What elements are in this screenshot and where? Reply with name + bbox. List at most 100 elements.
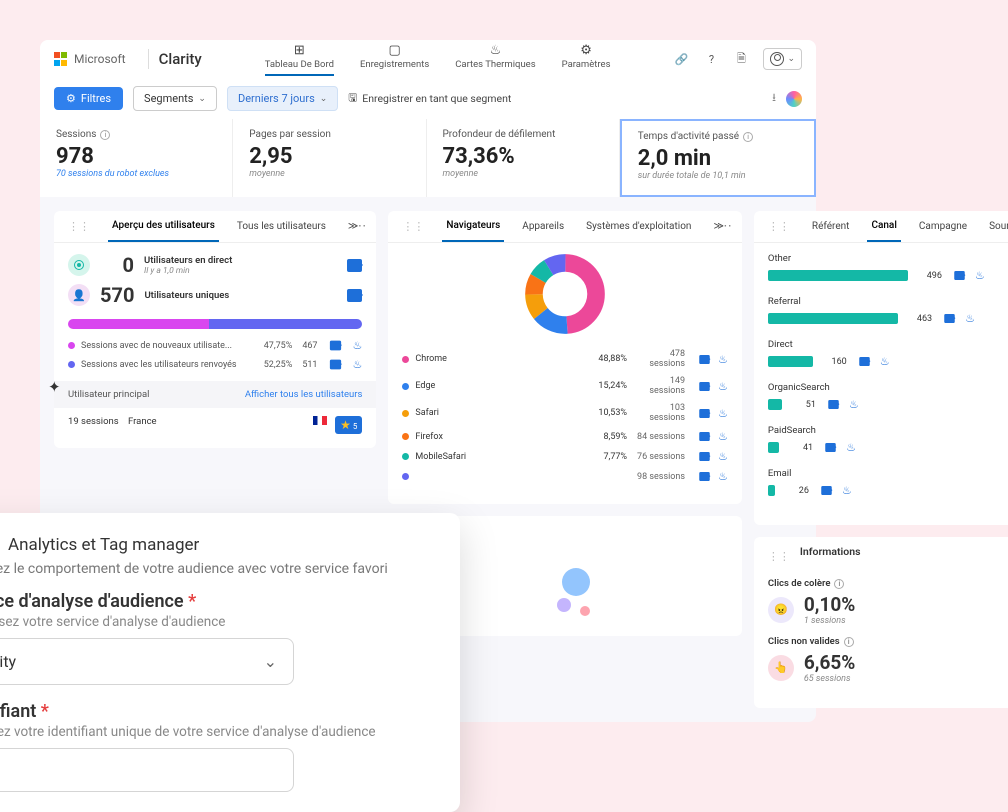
user-menu-button[interactable]: ⌄ (763, 48, 802, 70)
camera-icon[interactable] (347, 259, 362, 272)
nav-recordings[interactable]: ▢Enregistrements (360, 43, 429, 76)
date-range-button[interactable]: Derniers 7 jours⌄ (227, 86, 338, 111)
camera-icon[interactable] (944, 314, 955, 323)
top-user-header: Utilisateur principal Afficher tous les … (54, 381, 376, 408)
camera-icon[interactable] (699, 472, 710, 481)
browser-row: Chrome 48,88% 478 sessions ♨ (402, 349, 728, 369)
drag-handle-icon[interactable]: ⋮⋮ (402, 220, 424, 233)
live-users-row: 0 Utilisateurs en direct Il y a 1,0 min (68, 253, 362, 277)
channel-bar (768, 485, 775, 496)
camera-icon[interactable] (954, 271, 965, 280)
camera-icon[interactable] (699, 354, 710, 363)
channel-row: Referral 463 ♨ (768, 296, 1008, 325)
filters-button[interactable]: ⚙Filtres (54, 87, 123, 110)
nav-settings[interactable]: ⚙Paramètres (562, 43, 611, 76)
tab-campaign[interactable]: Campagne (915, 212, 971, 241)
camera-icon[interactable] (329, 360, 340, 370)
service-label: Service d'analyse d'audience * (0, 591, 436, 612)
copilot-icon[interactable] (786, 91, 802, 107)
top-user-row[interactable]: 19 sessions France ★ 5 (68, 408, 362, 434)
dead-icon: 👆 (768, 655, 794, 681)
camera-icon[interactable] (859, 357, 870, 366)
flame-icon[interactable]: ♨ (718, 430, 728, 443)
flame-icon[interactable]: ♨ (353, 339, 363, 352)
card-menu-icon[interactable]: ⋯ (719, 219, 732, 234)
app-header: Microsoft Clarity ⊞Tableau De Bord ▢Enre… (40, 40, 816, 78)
camera-icon[interactable] (699, 408, 710, 417)
tab-browsers[interactable]: Navigateurs (442, 211, 504, 242)
browser-row: 98 sessions ♨ (402, 470, 728, 483)
kpi-active-time[interactable]: Temps d'activité passéi 2,0 min sur duré… (620, 119, 816, 197)
camera-icon[interactable] (699, 452, 710, 461)
kpi-sessions[interactable]: Sessionsi 978 70 sessions du robot exclu… (40, 119, 232, 197)
camera-icon[interactable] (828, 400, 839, 409)
channels-card: ⋮⋮ Référent Canal Campagne Source ⋯ Othe… (754, 211, 1008, 525)
channel-row: Email 26 ♨ (768, 468, 1008, 497)
tab-referrer[interactable]: Référent (808, 212, 854, 241)
camera-icon[interactable] (821, 486, 832, 495)
flame-icon[interactable]: ♨ (718, 407, 728, 420)
browser-row: Edge 15,24% 149 sessions ♨ (402, 376, 728, 396)
info-icon[interactable]: i (844, 637, 854, 647)
kpi-pages[interactable]: Pages par session 2,95 moyenne (233, 119, 425, 197)
kpi-scroll[interactable]: Profondeur de défilement 73,36% moyenne (427, 119, 619, 197)
flame-icon[interactable]: ♨ (842, 484, 852, 497)
identifier-input[interactable] (0, 748, 294, 792)
flame-icon[interactable]: ♨ (849, 398, 859, 411)
flame-icon[interactable]: ♨ (880, 355, 890, 368)
tab-all-users[interactable]: Tous les utilisateurs (233, 212, 330, 241)
drag-handle-icon[interactable]: ⋮⋮ (768, 550, 790, 563)
microsoft-logo-icon (54, 52, 68, 66)
flame-icon[interactable]: ♨ (718, 353, 728, 366)
flame-icon[interactable]: ♨ (718, 470, 728, 483)
info-icon[interactable]: i (834, 579, 844, 589)
tab-channel[interactable]: Canal (867, 211, 900, 242)
tab-users-overview[interactable]: Aperçu des utilisateurs (108, 211, 219, 242)
tab-os[interactable]: Systèmes d'exploitation (582, 212, 695, 241)
channel-row: OrganicSearch 51 ♨ (768, 382, 1008, 411)
drag-handle-icon[interactable]: ⋮⋮ (768, 220, 790, 233)
settings-icon: ⚙ (562, 43, 611, 58)
channel-bar (768, 313, 898, 324)
chevron-down-icon: ⌄ (320, 94, 328, 104)
card-menu-icon[interactable]: ⋯ (353, 219, 366, 234)
user-icon (770, 52, 784, 66)
tab-source[interactable]: Source (985, 212, 1008, 241)
flame-icon[interactable]: ♨ (975, 269, 985, 282)
show-all-users-link[interactable]: Afficher tous les utilisateurs (245, 389, 363, 400)
nav-dashboard[interactable]: ⊞Tableau De Bord (265, 43, 334, 76)
document-icon[interactable]: 🗎 (733, 51, 749, 67)
camera-icon[interactable] (329, 341, 340, 351)
overlay-title: Analytics et Tag manager (8, 535, 199, 555)
segments-button[interactable]: Segments⌄ (133, 86, 217, 111)
info-icon[interactable]: i (100, 130, 110, 140)
save-segment-button[interactable]: 🖫Enregistrer en tant que segment (348, 90, 511, 108)
service-hint: Choisissez votre service d'analyse d'aud… (0, 614, 436, 630)
flame-icon[interactable]: ♨ (718, 450, 728, 463)
tab-devices[interactable]: Appareils (518, 212, 568, 241)
drag-handle-icon[interactable]: ⋮⋮ (68, 220, 90, 233)
flame-icon[interactable]: ♨ (718, 380, 728, 393)
clarity-dashboard: Microsoft Clarity ⊞Tableau De Bord ▢Enre… (40, 40, 816, 722)
nav-heatmaps[interactable]: ♨Cartes Thermiques (455, 43, 535, 76)
camera-icon[interactable] (347, 289, 362, 302)
info-icon[interactable]: i (743, 132, 753, 142)
chevron-down-icon: ⌄ (198, 94, 206, 104)
overlay-subtitle: Analysez le comportement de votre audien… (0, 561, 436, 577)
link-icon[interactable]: 🔗 (673, 51, 689, 67)
camera-icon[interactable] (699, 432, 710, 441)
view-button[interactable]: ★ 5 (335, 416, 362, 434)
identifier-label: Identifiant * (0, 701, 436, 722)
camera-icon[interactable] (699, 381, 710, 390)
flame-icon[interactable]: ♨ (353, 358, 363, 371)
legend-dot-icon (402, 473, 409, 480)
flame-icon[interactable]: ♨ (965, 312, 975, 325)
dead-clicks-row: Clics non validesi 👆 6,65%65 sessions (768, 636, 1008, 684)
download-icon[interactable]: ⭳ (772, 89, 776, 108)
camera-icon[interactable] (825, 443, 836, 452)
service-select[interactable]: Clarity ⌄ (0, 638, 294, 685)
flame-icon[interactable]: ♨ (846, 441, 856, 454)
chevron-down-icon: ⌄ (787, 54, 795, 64)
browser-row: Firefox 8,59% 84 sessions ♨ (402, 430, 728, 443)
help-icon[interactable]: ? (703, 51, 719, 67)
